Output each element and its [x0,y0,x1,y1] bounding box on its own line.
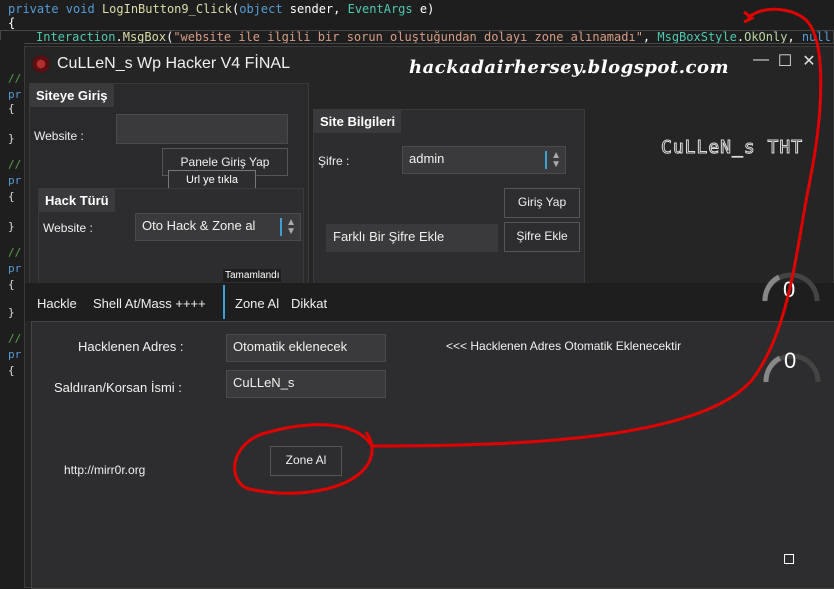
red-annotation-overlay [233,7,823,495]
annotation-path [233,7,823,495]
